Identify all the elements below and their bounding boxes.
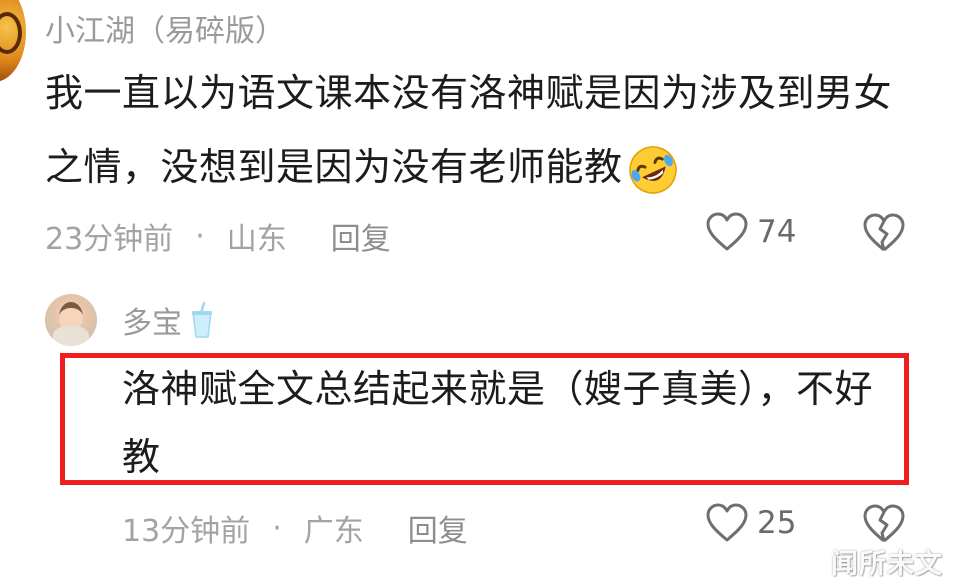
comment-location: 广东 [303, 514, 364, 549]
comment-author-name[interactable]: 小江湖（易碎版） [45, 6, 285, 50]
comment-author[interactable]: 多宝 [122, 298, 214, 342]
comment-text: 我一直以为语文课本没有洛神赋是因为涉及到男女之情，没想到是因为没有老师能教 [45, 71, 893, 189]
avatar-swirl-graphic [0, 12, 22, 54]
reply-button[interactable]: 回复 [408, 506, 468, 550]
drink-cup-icon [192, 301, 212, 338]
heart-outline-icon [706, 503, 748, 542]
like-button[interactable]: 74 [705, 212, 796, 252]
like-count: 74 [757, 214, 797, 250]
heart-outline-icon [706, 212, 748, 251]
comment-text: 洛神赋全文总结起来就是（嫂子真美），不好教 [122, 367, 874, 479]
user-avatar[interactable] [45, 294, 97, 346]
comment-author-name: 多宝 [122, 306, 182, 341]
broken-heart-icon[interactable] [862, 503, 906, 545]
like-button[interactable]: 25 [705, 503, 796, 543]
comment-body: 我一直以为语文课本没有洛神赋是因为涉及到男女之情，没想到是因为没有老师能教 [45, 56, 925, 204]
comment-time: 23分钟前 [45, 222, 174, 257]
reply-button[interactable]: 回复 [331, 214, 391, 258]
comment-location: 山东 [226, 222, 287, 257]
comment-time: 13分钟前 [122, 514, 251, 549]
avatar-body-graphic [53, 326, 89, 346]
broken-heart-icon[interactable] [862, 212, 906, 254]
meta-separator: · [195, 218, 205, 254]
watermark-text: 闻所未文 [831, 549, 943, 580]
user-avatar[interactable] [0, 0, 26, 82]
comment-meta: 23分钟前 · 山东 回复 [45, 214, 391, 258]
meta-separator: · [272, 510, 282, 546]
rolling-laughing-emoji-icon [628, 145, 677, 194]
like-count: 25 [757, 505, 797, 541]
comment-meta: 13分钟前 · 广东 回复 [122, 506, 468, 550]
